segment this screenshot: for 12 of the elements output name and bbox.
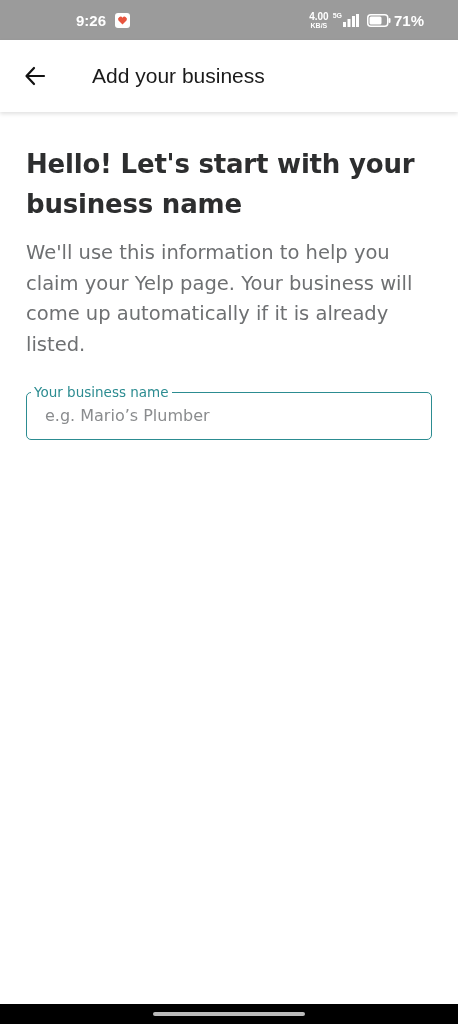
battery-percentage: 71% xyxy=(393,11,424,29)
clock: 9:26 xyxy=(76,11,107,29)
signal-icon xyxy=(342,13,359,27)
text-input[interactable]: e.g. Mario’s Plumber xyxy=(45,404,413,427)
field-label: Your business name xyxy=(33,384,170,400)
network-speed: 4.00 xyxy=(309,11,329,22)
description: We'll use this information to help you claim your Yelp page. Your business will come up automatically if it is already listed. xyxy=(26,240,414,358)
page-title: Add your business xyxy=(92,64,265,88)
heading: Hello! Let's start with your business name xyxy=(26,148,416,221)
battery-icon xyxy=(366,13,391,27)
business-name-field[interactable]: Your business name e.g. Mario’s Plumber xyxy=(26,384,432,440)
back-arrow-icon[interactable] xyxy=(24,65,46,87)
